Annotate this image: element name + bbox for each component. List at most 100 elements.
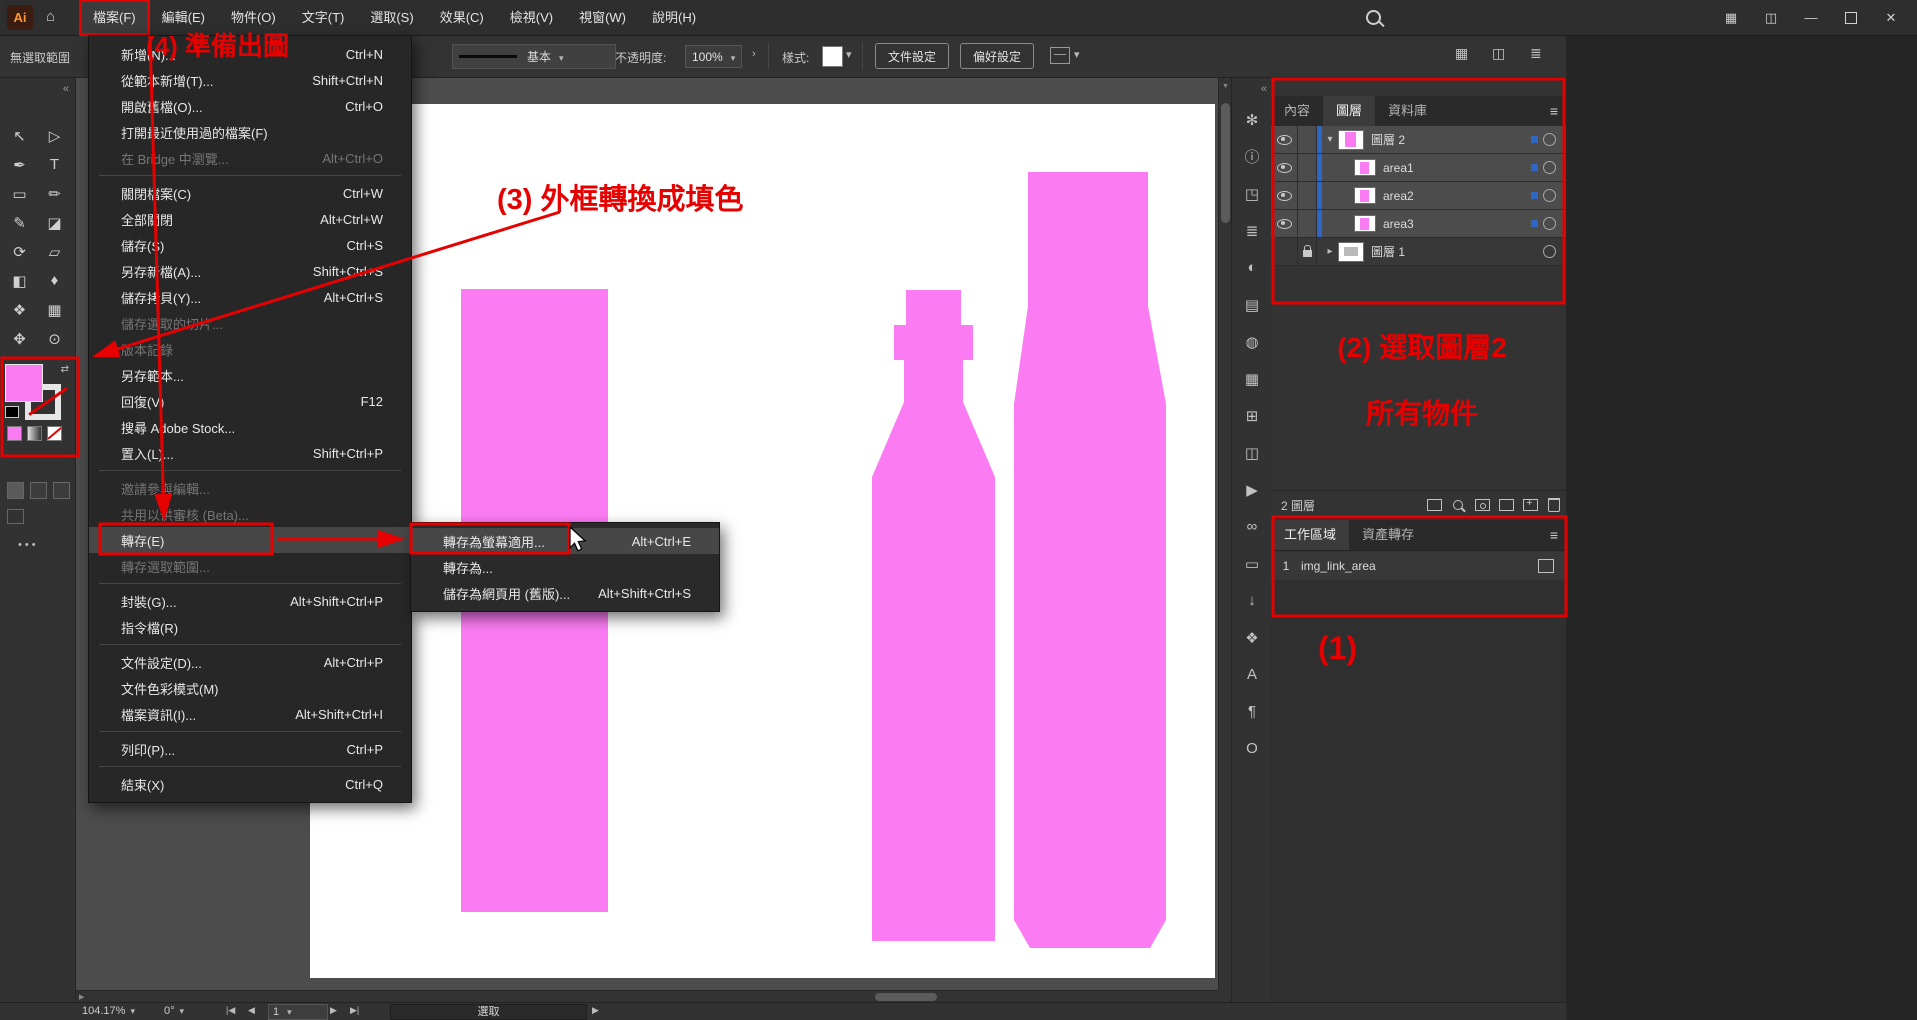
artboard-row[interactable]: 1 img_link_area bbox=[1271, 552, 1566, 581]
file-menu-item[interactable]: 開啟舊檔(O)... Ctrl+O bbox=[89, 93, 411, 119]
file-menu-item[interactable]: 版本記錄 bbox=[89, 336, 411, 362]
file-menu-item[interactable]: 文件設定(D)... Alt+Ctrl+P bbox=[89, 649, 411, 675]
menubar-item[interactable]: 檢視(V) bbox=[497, 0, 566, 35]
pencil-tool[interactable]: ✏ bbox=[37, 179, 72, 208]
file-menu-item[interactable]: 結束(X) Ctrl+Q bbox=[89, 771, 411, 797]
layer-target-icon[interactable] bbox=[1543, 245, 1556, 258]
visibility-toggle[interactable] bbox=[1271, 126, 1298, 153]
direct-selection-tool[interactable]: ▷ bbox=[37, 121, 72, 150]
color-guide-icon[interactable]: ◍ bbox=[1232, 323, 1272, 360]
panel-tab[interactable]: 圖層 bbox=[1323, 96, 1375, 126]
panel-tab[interactable]: 內容 bbox=[1271, 96, 1323, 126]
swap-fill-stroke-icon[interactable] bbox=[61, 364, 69, 375]
gradient-button[interactable] bbox=[27, 426, 42, 441]
pink-bottle-shape-large[interactable] bbox=[1014, 172, 1166, 948]
menubar-item[interactable]: 文字(T) bbox=[289, 0, 358, 35]
status-menu-icon[interactable] bbox=[592, 1005, 599, 1016]
more-options-chevron[interactable]: › bbox=[752, 48, 756, 60]
file-menu-item[interactable]: 列印(P)... Ctrl+P bbox=[89, 736, 411, 762]
expand-toggle[interactable]: ▸ bbox=[1322, 246, 1338, 257]
export-submenu-item[interactable]: 儲存為網頁用 (舊版)... Alt+Shift+Ctrl+S bbox=[411, 580, 719, 606]
preferences-button[interactable]: 偏好設定 bbox=[960, 43, 1034, 69]
workspace-switcher-icon[interactable] bbox=[1712, 0, 1750, 35]
maximize-button[interactable] bbox=[1832, 0, 1870, 35]
home-icon[interactable]: ⌂ bbox=[46, 8, 55, 25]
vertical-scrollbar[interactable] bbox=[1218, 77, 1232, 990]
layer-name[interactable]: area1 bbox=[1383, 161, 1531, 175]
lock-toggle[interactable] bbox=[1298, 126, 1317, 153]
locate-object-icon[interactable] bbox=[1446, 497, 1470, 513]
artboards-panel-menu-icon[interactable] bbox=[1550, 527, 1558, 543]
chevron-down-icon[interactable]: ▾ bbox=[1074, 48, 1080, 61]
horizontal-scroll-thumb[interactable] bbox=[875, 993, 937, 1001]
align-icon[interactable]: ⊞ bbox=[1232, 397, 1272, 434]
lock-toggle[interactable] bbox=[1298, 182, 1317, 209]
opacity-icon[interactable]: ◐ bbox=[1232, 249, 1272, 286]
next-artboard-button[interactable] bbox=[330, 1005, 337, 1016]
none-button[interactable] bbox=[47, 426, 62, 441]
rotation-select[interactable]: 0° bbox=[160, 1005, 188, 1017]
visibility-toggle[interactable] bbox=[1271, 154, 1298, 181]
file-menu-item[interactable] bbox=[89, 762, 411, 771]
file-menu-item[interactable]: 回復(V) F12 bbox=[89, 388, 411, 414]
fill-swatch[interactable] bbox=[5, 364, 43, 402]
layer-name[interactable]: 圖層 1 bbox=[1371, 243, 1531, 260]
file-menu-item[interactable]: 另存範本... bbox=[89, 362, 411, 388]
visibility-toggle[interactable] bbox=[1271, 238, 1298, 265]
document-setup-button[interactable]: 文件設定 bbox=[875, 43, 949, 69]
lock-toggle[interactable] bbox=[1298, 154, 1317, 181]
layer-row[interactable]: area2 bbox=[1271, 182, 1566, 210]
snap-options-icon[interactable] bbox=[1050, 47, 1070, 64]
file-menu-item[interactable]: 檔案資訊(I)... Alt+Shift+Ctrl+I bbox=[89, 701, 411, 727]
file-menu-item[interactable]: 儲存選取的切片... bbox=[89, 310, 411, 336]
layer-target-icon[interactable] bbox=[1543, 133, 1556, 146]
panel-tab[interactable]: 資料庫 bbox=[1375, 96, 1440, 126]
menubar-item[interactable]: 選取(S) bbox=[357, 0, 426, 35]
file-menu-item[interactable]: 置入(L)... Shift+Ctrl+P bbox=[89, 440, 411, 466]
panel-tab[interactable]: 資產轉存 bbox=[1349, 520, 1427, 550]
opacity-select[interactable]: 100% bbox=[685, 45, 742, 68]
edit-toolbar-icon[interactable] bbox=[18, 539, 39, 551]
gradient-tool[interactable]: ◧ bbox=[2, 266, 37, 295]
layers-panel-menu-icon[interactable] bbox=[1550, 103, 1558, 119]
draw-behind-icon[interactable] bbox=[30, 482, 47, 499]
rectangle-tool[interactable]: ▭ bbox=[2, 179, 37, 208]
paintbrush-tool[interactable]: ✎ bbox=[2, 208, 37, 237]
grid-view-icon[interactable]: ▦ bbox=[1455, 45, 1468, 62]
transform-icon[interactable]: ◳ bbox=[1232, 175, 1272, 212]
file-menu-item[interactable]: 共用以供審核 (Beta)... bbox=[89, 501, 411, 527]
collect-for-export-icon[interactable] bbox=[1422, 497, 1446, 513]
style-swatch[interactable] bbox=[822, 46, 843, 67]
zoom-level-select[interactable]: 104.17% bbox=[78, 1005, 139, 1017]
minimize-button[interactable] bbox=[1792, 0, 1830, 35]
artboard-icon[interactable] bbox=[1538, 559, 1554, 573]
new-sublayer-icon[interactable] bbox=[1494, 497, 1518, 513]
expand-toggle[interactable]: ▾ bbox=[1322, 134, 1338, 145]
file-menu-item[interactable]: 從範本新增(T)... Shift+Ctrl+N bbox=[89, 67, 411, 93]
artboard-name[interactable]: img_link_area bbox=[1301, 559, 1376, 573]
first-artboard-button[interactable] bbox=[226, 1005, 235, 1016]
draw-normal-icon[interactable] bbox=[7, 482, 24, 499]
file-menu-item[interactable]: 邀請參與編輯... bbox=[89, 475, 411, 501]
panel-menu-icon[interactable]: ≣ bbox=[1530, 45, 1542, 62]
layer-target-icon[interactable] bbox=[1543, 217, 1556, 230]
visibility-toggle[interactable] bbox=[1271, 210, 1298, 237]
menubar-item[interactable]: 說明(H) bbox=[639, 0, 709, 35]
file-menu-item[interactable] bbox=[89, 171, 411, 180]
file-menu-item[interactable]: 儲存拷貝(Y)... Alt+Ctrl+S bbox=[89, 284, 411, 310]
selection-tool[interactable]: ↖ bbox=[2, 121, 37, 150]
eraser-tool[interactable]: ◪ bbox=[37, 208, 72, 237]
new-layer-icon[interactable] bbox=[1518, 497, 1542, 513]
pen-tool[interactable]: ✒ bbox=[2, 150, 37, 179]
default-fill-stroke-icon[interactable] bbox=[5, 406, 19, 418]
draw-inside-icon[interactable] bbox=[53, 482, 70, 499]
file-menu-item[interactable]: 關閉檔案(C) Ctrl+W bbox=[89, 180, 411, 206]
grid-icon[interactable]: ▦ bbox=[1232, 360, 1272, 397]
layer-row[interactable]: ▾ 圖層 2 bbox=[1271, 126, 1566, 154]
type-tool[interactable]: T bbox=[37, 150, 72, 179]
file-menu-item[interactable]: 另存新檔(A)... Shift+Ctrl+S bbox=[89, 258, 411, 284]
visibility-toggle[interactable] bbox=[1271, 182, 1298, 209]
file-menu-item[interactable] bbox=[89, 579, 411, 588]
collapse-toolbar-icon[interactable] bbox=[63, 83, 69, 95]
layer-name[interactable]: area2 bbox=[1383, 189, 1531, 203]
